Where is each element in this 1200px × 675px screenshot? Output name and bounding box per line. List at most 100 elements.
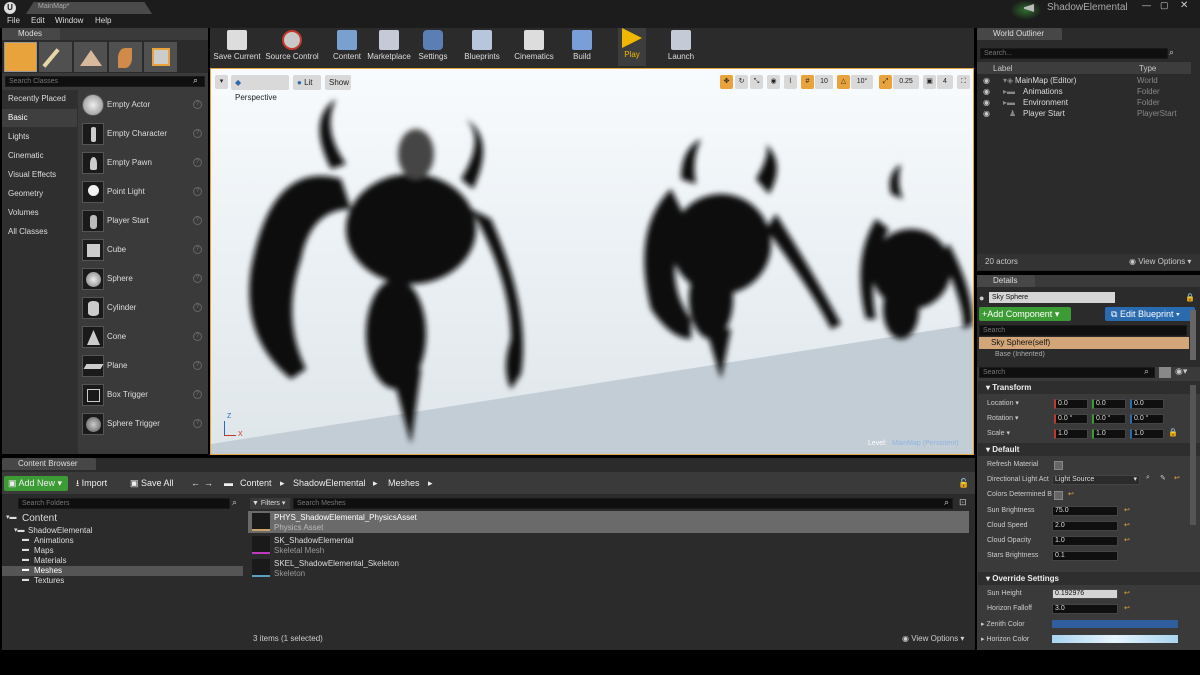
stars-brightness-field[interactable]: 0.1 xyxy=(1052,551,1118,561)
scale-x-field[interactable]: 1.0 xyxy=(1054,429,1088,439)
col-label[interactable]: Label xyxy=(993,64,1013,73)
tab-modes[interactable]: Modes xyxy=(2,28,61,40)
category-basic[interactable]: Basic xyxy=(2,109,77,127)
tab-details[interactable]: Details xyxy=(977,275,1036,287)
search-classes-input[interactable]: Search Classes xyxy=(5,76,205,87)
rotation-snap-icon[interactable]: △ xyxy=(837,75,850,89)
override-section-header[interactable]: ▾ Override Settings xyxy=(978,572,1200,585)
horizon-falloff-field[interactable]: 3.0 xyxy=(1052,604,1118,614)
place-mode-icon[interactable] xyxy=(4,42,37,72)
outliner-search-input[interactable]: Search... xyxy=(980,48,1168,59)
help-icon[interactable]: ? xyxy=(193,187,202,196)
tree-item[interactable]: ▬ Maps xyxy=(2,546,243,556)
play-button[interactable]: Play xyxy=(618,28,646,66)
help-icon[interactable]: ? xyxy=(193,303,202,312)
menu-file[interactable]: File xyxy=(7,16,20,25)
sun-brightness-field[interactable]: 75.0 xyxy=(1052,506,1118,516)
actor-player-start[interactable]: Player Start? xyxy=(79,207,206,236)
actor-plane[interactable]: Plane? xyxy=(79,352,206,381)
edit-blueprint-button[interactable]: ⧉ Edit Blueprint ▾ xyxy=(1105,307,1195,321)
translate-tool-icon[interactable]: ✥ xyxy=(720,75,733,89)
lock-icon[interactable]: 🔓 xyxy=(958,476,969,491)
view-options-button[interactable]: ◉ View Options ▾ xyxy=(1129,257,1191,266)
reset-icon[interactable]: ↩ xyxy=(1124,521,1130,529)
scale-snap-value[interactable]: 0.25 xyxy=(893,75,919,89)
filters-button[interactable]: ▼ Filters ▾ xyxy=(250,498,290,509)
help-icon[interactable]: ? xyxy=(193,361,202,370)
blueprints-button[interactable]: Blueprints xyxy=(462,30,502,66)
actor-cube[interactable]: Cube? xyxy=(79,236,206,265)
import-button[interactable]: ⭳ Import xyxy=(76,476,107,491)
self-component-row[interactable]: Sky Sphere(self) xyxy=(979,337,1189,349)
menu-edit[interactable]: Edit xyxy=(31,16,45,25)
rotation-snap-value[interactable]: 10° xyxy=(851,75,873,89)
asset-row[interactable]: SK_ShadowElemental Skeletal Mesh xyxy=(248,534,969,556)
object-name-field[interactable]: Sky Sphere xyxy=(989,292,1115,303)
category-recently-placed[interactable]: Recently Placed xyxy=(2,90,77,108)
default-section-header[interactable]: ▾ Default xyxy=(978,443,1200,456)
eye-icon[interactable]: ◉ xyxy=(983,87,990,96)
outliner-row[interactable]: ◉ ▸▬ Animations Folder xyxy=(977,86,1191,97)
zenith-color-label[interactable]: ▸ Zenith Color xyxy=(981,620,1025,628)
directional-light-select[interactable]: Light Source ▾ xyxy=(1052,475,1140,485)
help-icon[interactable]: ? xyxy=(193,245,202,254)
help-icon[interactable]: ? xyxy=(193,419,202,428)
marketplace-button[interactable]: Marketplace xyxy=(366,30,412,66)
content-button[interactable]: Content xyxy=(330,30,364,66)
help-icon[interactable]: ? xyxy=(193,129,202,138)
outliner-row[interactable]: ◉ ▾◈ MainMap (Editor) World xyxy=(977,75,1191,86)
search-assets-input[interactable]: Search Meshes xyxy=(293,498,953,509)
back-arrow-icon[interactable]: ← xyxy=(191,476,200,491)
build-button[interactable]: Build xyxy=(568,30,596,66)
add-component-button[interactable]: +Add Component ▾ xyxy=(979,307,1071,321)
components-search-input[interactable]: Search xyxy=(979,325,1187,336)
actor-empty-character[interactable]: Empty Character? xyxy=(79,120,206,149)
menu-help[interactable]: Help xyxy=(95,16,111,25)
location-label[interactable]: Location ▾ xyxy=(987,399,1019,407)
source-control-button[interactable]: Source Control xyxy=(264,30,320,66)
tab-content-browser[interactable]: Content Browser xyxy=(2,458,96,470)
tree-item[interactable]: ▬ Textures xyxy=(2,576,243,586)
scale-z-field[interactable]: 1.0 xyxy=(1130,429,1164,439)
search-folders-input[interactable]: Search Folders xyxy=(18,498,230,509)
location-x-field[interactable]: 0.0 xyxy=(1054,399,1088,409)
paint-mode-icon[interactable] xyxy=(39,42,72,72)
grid-view-icon[interactable] xyxy=(1159,367,1171,378)
base-component-row[interactable]: Base (Inherited) xyxy=(979,351,1189,361)
cinematics-button[interactable]: Cinematics xyxy=(512,30,556,66)
reset-icon[interactable]: ↩ xyxy=(1124,589,1130,597)
tree-item-selected[interactable]: ▬ Meshes xyxy=(2,566,243,576)
tree-item[interactable]: ▬ Animations xyxy=(2,536,243,546)
details-search-input[interactable]: Search xyxy=(979,367,1155,378)
viewport-options-dropdown[interactable]: ▾ xyxy=(215,75,228,89)
category-cinematic[interactable]: Cinematic xyxy=(2,147,77,165)
reset-icon[interactable]: ↩ xyxy=(1174,474,1180,482)
category-volumes[interactable]: Volumes xyxy=(2,204,77,222)
reset-icon[interactable]: ↩ xyxy=(1124,536,1130,544)
actor-cylinder[interactable]: Cylinder? xyxy=(79,294,206,323)
add-new-button[interactable]: ▣ Add New ▾ xyxy=(4,476,68,491)
maximize-viewport-icon[interactable]: ⛶ xyxy=(957,75,970,89)
perspective-button[interactable]: ◆ Perspective xyxy=(231,75,289,102)
outliner-row[interactable]: ◉ ♟ Player Start PlayerStart xyxy=(977,108,1191,119)
details-scrollbar[interactable] xyxy=(1190,310,1196,360)
search-icon[interactable]: ⌕ xyxy=(1146,474,1150,482)
col-type[interactable]: Type xyxy=(1139,64,1156,73)
zenith-color-swatch[interactable] xyxy=(1052,620,1178,628)
outliner-row[interactable]: ◉ ▸▬ Environment Folder xyxy=(977,97,1191,108)
help-icon[interactable]: ? xyxy=(193,100,202,109)
map-tab[interactable]: MainMap* xyxy=(26,2,152,14)
help-icon[interactable]: ? xyxy=(193,332,202,341)
actor-cone[interactable]: Cone? xyxy=(79,323,206,352)
save-current-button[interactable]: Save Current xyxy=(212,30,262,66)
camera-speed-value[interactable]: 4 xyxy=(937,75,953,89)
save-all-button[interactable]: ▣ Save All xyxy=(130,476,174,491)
minimize-icon[interactable]: — xyxy=(1142,0,1151,10)
reset-icon[interactable]: ↩ xyxy=(1124,506,1130,514)
geometry-mode-icon[interactable] xyxy=(144,42,177,72)
scale-snap-icon[interactable]: ⤢ xyxy=(879,75,892,89)
lock-icon[interactable]: 🔒 xyxy=(1185,293,1195,302)
reset-icon[interactable]: ↩ xyxy=(1124,604,1130,612)
category-geometry[interactable]: Geometry xyxy=(2,185,77,203)
show-button[interactable]: Show xyxy=(325,75,351,90)
